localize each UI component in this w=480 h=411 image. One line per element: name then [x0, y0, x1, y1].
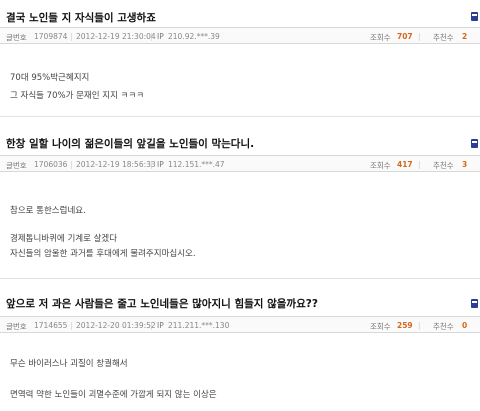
views-count: 259 — [397, 321, 413, 330]
divider: | — [418, 160, 421, 169]
post-title[interactable]: 한창 일할 나이의 젊은이들의 앞길을 노인들이 막는다니. — [6, 136, 254, 151]
post-no-label: 글번호 — [6, 322, 27, 331]
views-label: 조회수 — [370, 33, 391, 42]
flag-icon[interactable] — [471, 12, 478, 21]
recommends-count: 2 — [462, 32, 468, 41]
post-no-label: 글번호 — [6, 161, 27, 170]
divider: | — [150, 321, 153, 330]
post-meta: 글번호 1706036 | 2012-12-19 18:56:33 | IP 1… — [0, 155, 480, 172]
ip-label: IP — [157, 32, 164, 41]
post-datetime: 2012-12-19 21:30:04 — [76, 32, 156, 41]
views-count: 707 — [397, 32, 413, 41]
post-no: 1714655 — [34, 321, 68, 330]
recommends-count: 3 — [462, 160, 468, 169]
recommends-label: 추천수 — [433, 322, 454, 331]
views-label: 조회수 — [370, 161, 391, 170]
post-meta: 글번호 1714655 | 2012-12-20 01:39:52 | IP 2… — [0, 316, 480, 333]
post-body-line: 면역력 약한 노인들이 괴멸수준에 가깝게 되지 않는 이상은 — [10, 390, 217, 400]
post-body-line: 무슨 바이러스나 괴질이 창궐해서 — [10, 359, 128, 369]
views-label: 조회수 — [370, 322, 391, 331]
post-no-label: 글번호 — [6, 33, 27, 42]
recommends-label: 추천수 — [433, 33, 454, 42]
post-body-line: 그 자식들 70%가 문재인 지지 ㅋㅋㅋ — [10, 91, 145, 101]
post-divider — [0, 278, 480, 279]
post-datetime: 2012-12-19 18:56:33 — [76, 160, 156, 169]
post-no: 1709874 — [34, 32, 68, 41]
post-ip: 112.151.***.47 — [168, 160, 225, 169]
post-divider — [0, 116, 480, 117]
ip-label: IP — [157, 160, 164, 169]
post-title[interactable]: 앞으로 저 과은 사람들은 줄고 노인네들은 많아지니 힘들지 않을까요?? — [6, 296, 318, 311]
divider: | — [70, 160, 73, 169]
post-body-line: 70대 95%박근혜지지 — [10, 73, 90, 83]
post-meta: 글번호 1709874 | 2012-12-19 21:30:04 | IP 2… — [0, 27, 480, 44]
post-datetime: 2012-12-20 01:39:52 — [76, 321, 156, 330]
divider: | — [150, 160, 153, 169]
ip-label: IP — [157, 321, 164, 330]
flag-icon[interactable] — [471, 299, 478, 308]
divider: | — [418, 321, 421, 330]
recommends-count: 0 — [462, 321, 468, 330]
post-ip: 211.211.***.130 — [168, 321, 230, 330]
divider: | — [150, 32, 153, 41]
post-no: 1706036 — [34, 160, 68, 169]
divider: | — [418, 32, 421, 41]
flag-icon[interactable] — [471, 139, 478, 148]
post-ip: 210.92.***.39 — [168, 32, 220, 41]
post-body-line: 경제톱니바퀴에 기계로 살겠다 — [10, 234, 118, 244]
post-body-line: 참으로 통한스럽네요. — [10, 206, 86, 216]
views-count: 417 — [397, 160, 413, 169]
recommends-label: 추천수 — [433, 161, 454, 170]
post-body-line: 자신들의 암울한 과거를 후대에게 물려주지마십시오. — [10, 249, 196, 259]
post-title[interactable]: 결국 노인들 지 자식들이 고생하죠 — [6, 10, 156, 25]
divider: | — [70, 32, 73, 41]
divider: | — [70, 321, 73, 330]
